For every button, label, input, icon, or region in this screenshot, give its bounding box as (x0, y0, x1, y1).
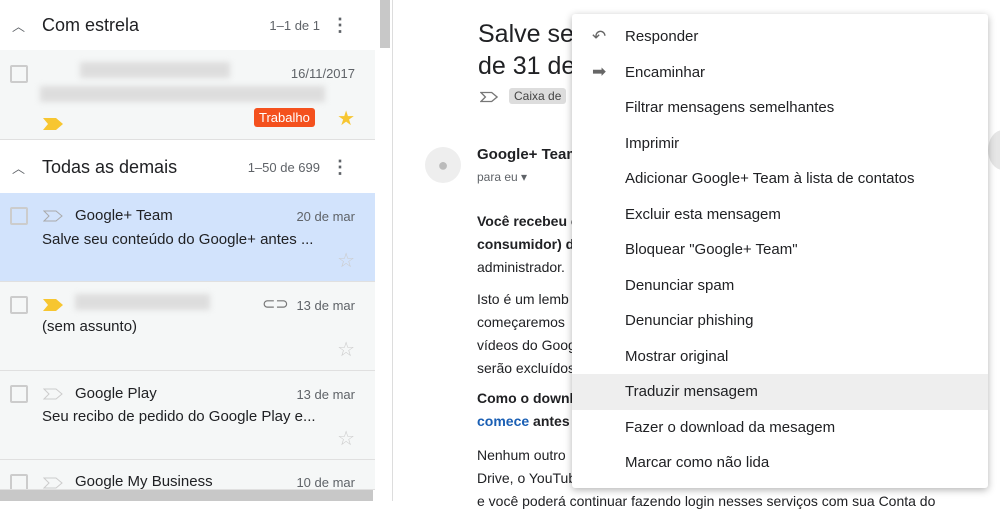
paragraph-1: Você recebeu e consumidor) d administrador… (477, 213, 579, 275)
checkbox[interactable] (10, 207, 28, 225)
menu-item-print[interactable]: Imprimir (572, 126, 988, 162)
date: 20 de mar (296, 209, 355, 224)
date: 13 de mar (296, 387, 355, 402)
blurred-subject (40, 86, 325, 102)
menu-item-show-original[interactable]: Mostrar original (572, 339, 988, 375)
paragraph-2: Isto é um lemb começaremos vídeos do Goog s… (477, 291, 576, 376)
list-item[interactable]: ⊂⊃ 13 de mar (sem assunto) ☆ (0, 282, 375, 371)
collapse-chevron-icon[interactable]: ︿ (12, 158, 25, 177)
date: 13 de mar (296, 298, 355, 313)
more-icon[interactable]: ⋮ (331, 15, 349, 36)
list-item[interactable]: Google Play 13 de mar Seu recibo de pedi… (0, 371, 375, 460)
recipient-toggle[interactable]: para eu ▾ (477, 170, 527, 184)
section-others: ︿ Todas as demais 1–50 de 699 ⋮ (0, 142, 375, 192)
star-icon[interactable]: ☆ (337, 426, 355, 451)
important-icon[interactable] (43, 388, 63, 400)
menu-item-report-spam[interactable]: Denunciar spam (572, 268, 988, 304)
reply-icon: ↶ (592, 26, 607, 46)
section-title: Todas as demais (42, 156, 178, 177)
checkbox[interactable] (10, 296, 28, 314)
subject: (sem assunto) (42, 318, 138, 335)
important-icon[interactable] (43, 477, 63, 489)
star-icon[interactable]: ☆ (337, 337, 355, 362)
star-icon[interactable]: ★ (337, 106, 355, 131)
inbox-label[interactable]: Caixa de (509, 88, 567, 104)
sender: Google+ Team (75, 207, 173, 224)
menu-item-reply[interactable]: ↶ Responder (572, 19, 988, 55)
section-count: 1–50 de 699 (247, 159, 320, 175)
section-title: Com estrela (42, 14, 140, 35)
menu-item-forward[interactable]: ➡ Encaminhar (572, 55, 988, 91)
section-count: 1–1 de 1 (269, 17, 320, 33)
date: 16/11/2017 (290, 66, 355, 81)
menu-item-filter[interactable]: Filtrar mensagens semelhantes (572, 90, 988, 126)
blurred-sender (75, 294, 210, 310)
paragraph-3: Como o downl comece antes (477, 390, 574, 429)
attachment-icon: ⊂⊃ (262, 296, 289, 313)
message-list: ︿ Com estrela 1–1 de 1 ⋮ 16/11/2017 Trab… (0, 0, 375, 501)
forward-icon: ➡ (592, 62, 607, 82)
star-icon[interactable]: ☆ (337, 248, 355, 273)
menu-item-add-contact[interactable]: Adicionar Google+ Team à lista de contat… (572, 161, 988, 197)
important-icon[interactable] (480, 90, 498, 104)
collapse-chevron-icon[interactable]: ︿ (12, 16, 25, 35)
vertical-scrollbar[interactable] (380, 0, 390, 48)
horizontal-scrollbar[interactable] (0, 490, 373, 501)
sender: Google My Business (75, 473, 213, 490)
important-icon[interactable] (43, 210, 63, 222)
date: 10 de mar (296, 475, 355, 490)
blurred-sender (80, 62, 230, 78)
subject: Seu recibo de pedido do Google Play e... (42, 408, 316, 425)
comece-link[interactable]: comece (477, 413, 529, 429)
avatar: ● (425, 147, 461, 183)
menu-item-translate[interactable]: Traduzir mensagem (572, 374, 988, 410)
sender: Google Play (75, 385, 157, 402)
menu-item-download[interactable]: Fazer o download da mesagem (572, 410, 988, 446)
checkbox[interactable] (10, 385, 28, 403)
list-item[interactable]: Google+ Team 20 de mar Salve seu conteúd… (0, 193, 375, 282)
menu-item-block[interactable]: Bloquear "Google+ Team" (572, 232, 988, 268)
checkbox[interactable] (10, 65, 28, 83)
menu-item-report-phishing[interactable]: Denunciar phishing (572, 303, 988, 339)
checkbox[interactable] (10, 474, 28, 489)
list-item[interactable]: 16/11/2017 Trabalho ★ (0, 50, 375, 140)
label-badge[interactable]: Trabalho (254, 108, 315, 127)
section-starred: ︿ Com estrela 1–1 de 1 ⋮ (0, 0, 375, 50)
subject: Salve seu conteúdo do Google+ antes ... (42, 231, 314, 248)
more-icon[interactable]: ⋮ (331, 157, 349, 178)
important-icon[interactable] (43, 299, 63, 311)
sender-name: Google+ Team (477, 146, 580, 163)
menu-item-mark-unread[interactable]: Marcar como não lida (572, 445, 988, 481)
list-item[interactable]: Google My Business 10 de mar (0, 460, 375, 490)
menu-item-delete[interactable]: Excluir esta mensagem (572, 197, 988, 233)
message-options-menu: ↶ Responder ➡ Encaminhar Filtrar mensagens… (572, 14, 988, 488)
important-icon[interactable] (43, 118, 63, 130)
